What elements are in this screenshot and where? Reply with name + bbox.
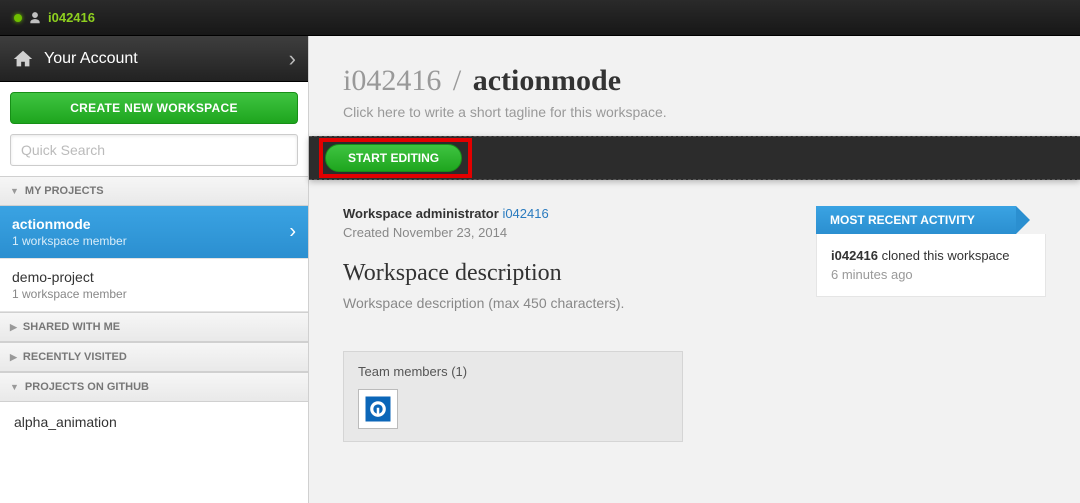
tagline-placeholder[interactable]: Click here to write a short tagline for … — [343, 104, 1046, 120]
activity-item[interactable]: i042416 cloned this workspace 6 minutes … — [816, 234, 1046, 297]
project-item-demo[interactable]: demo-project 1 workspace member — [0, 259, 308, 312]
created-date: Created November 23, 2014 — [343, 225, 776, 240]
workspace-owner[interactable]: i042416 — [343, 64, 441, 97]
project-item-actionmode[interactable]: actionmode 1 workspace member › — [0, 206, 308, 259]
section-label: SHARED WITH ME — [23, 321, 120, 333]
action-bar: START EDITING — [309, 136, 1080, 180]
team-heading: Team members (1) — [358, 364, 668, 379]
activity-text: i042416 cloned this workspace — [831, 248, 1031, 263]
main-header: i042416 / actionmode Click here to write… — [309, 36, 1080, 120]
workspace-title: i042416 / actionmode — [343, 64, 1046, 98]
section-label: MY PROJECTS — [25, 185, 104, 197]
desc-text[interactable]: Workspace description (max 450 character… — [343, 295, 776, 311]
triangle-right-icon: ▶ — [10, 322, 17, 333]
activity-ribbon: MOST RECENT ACTIVITY — [816, 206, 1016, 234]
section-label: PROJECTS ON GITHUB — [25, 381, 149, 393]
activity-user: i042416 — [831, 248, 878, 263]
project-name: actionmode — [12, 216, 296, 232]
triangle-down-icon: ▼ — [10, 186, 19, 196]
chevron-right-icon: › — [289, 221, 296, 244]
section-shared[interactable]: ▶ SHARED WITH ME — [0, 312, 308, 342]
start-editing-button[interactable]: START EDITING — [325, 144, 462, 172]
right-col: MOST RECENT ACTIVITY i042416 cloned this… — [816, 206, 1046, 442]
user-icon — [28, 11, 42, 25]
section-label: RECENTLY VISITED — [23, 351, 127, 363]
your-account-row[interactable]: Your Account › — [0, 36, 308, 82]
layout: Your Account › CREATE NEW WORKSPACE ▼ MY… — [0, 36, 1080, 503]
admin-user-link[interactable]: i042416 — [502, 206, 548, 221]
github-item-alpha[interactable]: alpha_animation — [0, 402, 308, 442]
home-icon — [12, 48, 34, 70]
top-bar: i042416 — [0, 0, 1080, 36]
avatar[interactable] — [358, 389, 398, 429]
create-wrap: CREATE NEW WORKSPACE — [0, 82, 308, 134]
triangle-down-icon: ▼ — [10, 382, 19, 392]
slash: / — [453, 64, 461, 97]
admin-label: Workspace administrator — [343, 206, 499, 221]
highlight-box: START EDITING — [319, 138, 472, 178]
content-cols: Workspace administrator i042416 Created … — [309, 180, 1080, 442]
create-workspace-button[interactable]: CREATE NEW WORKSPACE — [10, 92, 298, 124]
main: i042416 / actionmode Click here to write… — [309, 36, 1080, 503]
search-wrap — [0, 134, 308, 176]
desc-heading: Workspace description — [343, 260, 776, 287]
project-meta: 1 workspace member — [12, 287, 296, 301]
project-name: demo-project — [12, 269, 296, 285]
team-members-box: Team members (1) — [343, 351, 683, 442]
project-meta: 1 workspace member — [12, 234, 296, 248]
activity-time: 6 minutes ago — [831, 267, 1031, 282]
section-github[interactable]: ▼ PROJECTS ON GITHUB — [0, 372, 308, 402]
chevron-right-icon: › — [289, 46, 296, 72]
section-recent[interactable]: ▶ RECENTLY VISITED — [0, 342, 308, 372]
workspace-admin: Workspace administrator i042416 — [343, 206, 776, 221]
account-label: Your Account — [44, 50, 289, 68]
search-input[interactable] — [10, 134, 298, 166]
status-dot-icon — [14, 14, 22, 22]
sidebar: Your Account › CREATE NEW WORKSPACE ▼ MY… — [0, 36, 309, 503]
left-col: Workspace administrator i042416 Created … — [343, 206, 776, 442]
topbar-username[interactable]: i042416 — [48, 10, 95, 25]
activity-action: cloned this workspace — [878, 248, 1010, 263]
triangle-right-icon: ▶ — [10, 352, 17, 363]
section-my-projects[interactable]: ▼ MY PROJECTS — [0, 176, 308, 206]
workspace-name: actionmode — [473, 64, 621, 97]
